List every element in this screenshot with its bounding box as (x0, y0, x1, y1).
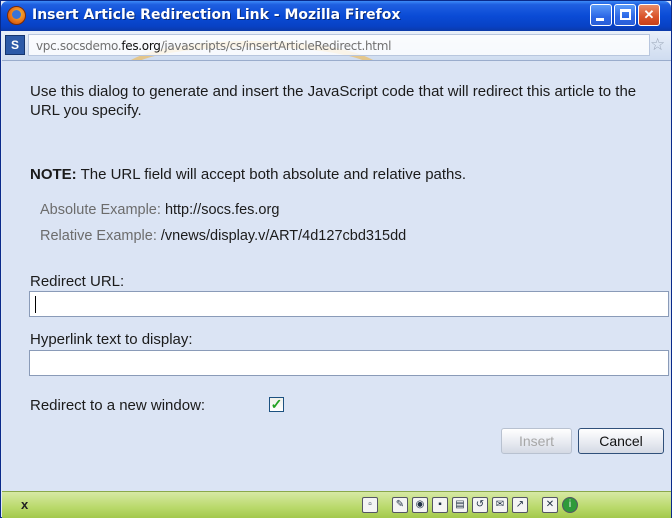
close-button[interactable]: ✕ (638, 4, 660, 26)
insert-button[interactable]: Insert (501, 428, 572, 454)
maximize-icon (620, 9, 631, 20)
maximize-button[interactable] (614, 4, 636, 26)
new-window-checkbox[interactable]: ✓ (269, 397, 284, 412)
dialog-content: Use this dialog to generate and insert t… (2, 61, 671, 491)
site-favicon-icon: S (5, 35, 25, 55)
relative-example-value: /vnews/display.v/ART/4d127cbd315dd (160, 228, 407, 244)
checkmark-icon: ✓ (270, 396, 283, 412)
note-text: NOTE: The URL field will accept both abs… (30, 166, 466, 183)
absolute-example-value: http://socs.fes.org (164, 202, 280, 218)
firefox-window: Insert Article Redirection Link - Mozill… (0, 0, 672, 518)
note-label: NOTE: (30, 166, 77, 183)
status-bar: x ▫ ✎ ◉ ▪ ▤ ↺ ✉ ↗ ✕ i (2, 491, 671, 518)
cancel-button[interactable]: Cancel (578, 428, 664, 454)
redirect-url-input[interactable] (29, 291, 669, 317)
redirect-url-label: Redirect URL: (30, 273, 125, 290)
absolute-example-label: Absolute Example: (40, 202, 161, 218)
pencil-icon[interactable]: ✎ (392, 497, 408, 513)
mail-icon[interactable]: ✉ (492, 497, 508, 513)
tools-icon[interactable]: ✕ (542, 497, 558, 513)
relative-example-label: Relative Example: (40, 228, 157, 244)
url-domain: fes.org (121, 39, 161, 53)
intro-text: Use this dialog to generate and insert t… (30, 83, 637, 119)
note-body: The URL field will accept both absolute … (76, 166, 467, 183)
graph-icon[interactable]: ↗ (512, 497, 528, 513)
info-icon[interactable]: i (562, 497, 578, 513)
minimize-icon (596, 18, 604, 21)
minimize-button[interactable] (590, 4, 612, 26)
bookmark-star-icon[interactable]: ☆ (650, 35, 665, 55)
url-text[interactable]: vpc.socsdemo.fes.org/javascripts/cs/inse… (36, 39, 391, 53)
web-developer-icon[interactable]: ◉ (412, 497, 428, 513)
status-close-icon[interactable]: x (21, 497, 28, 512)
close-icon: ✕ (643, 7, 655, 22)
title-bar[interactable]: Insert Article Redirection Link - Mozill… (1, 1, 671, 31)
absolute-example: Absolute Example: http://socs.fes.org (40, 202, 279, 218)
undo-icon[interactable]: ↺ (472, 497, 488, 513)
firefox-logo-icon (7, 6, 26, 25)
url-path: /javascripts/cs/insertArticleRedirect.ht… (160, 39, 392, 53)
window-title: Insert Article Redirection Link - Mozill… (32, 7, 401, 23)
address-bar: S vpc.socsdemo.fes.org/javascripts/cs/in… (2, 31, 671, 61)
page-icon[interactable]: ▫ (362, 497, 378, 513)
print-icon[interactable]: ▤ (452, 497, 468, 513)
url-prefix: vpc.socsdemo. (36, 39, 122, 53)
relative-example: Relative Example: /vnews/display.v/ART/4… (40, 228, 406, 244)
text-caret (35, 296, 36, 313)
hyperlink-text-input[interactable] (29, 350, 669, 376)
hyperlink-text-label: Hyperlink text to display: (30, 331, 193, 348)
save-icon[interactable]: ▪ (432, 497, 448, 513)
new-window-label: Redirect to a new window: (30, 397, 206, 414)
